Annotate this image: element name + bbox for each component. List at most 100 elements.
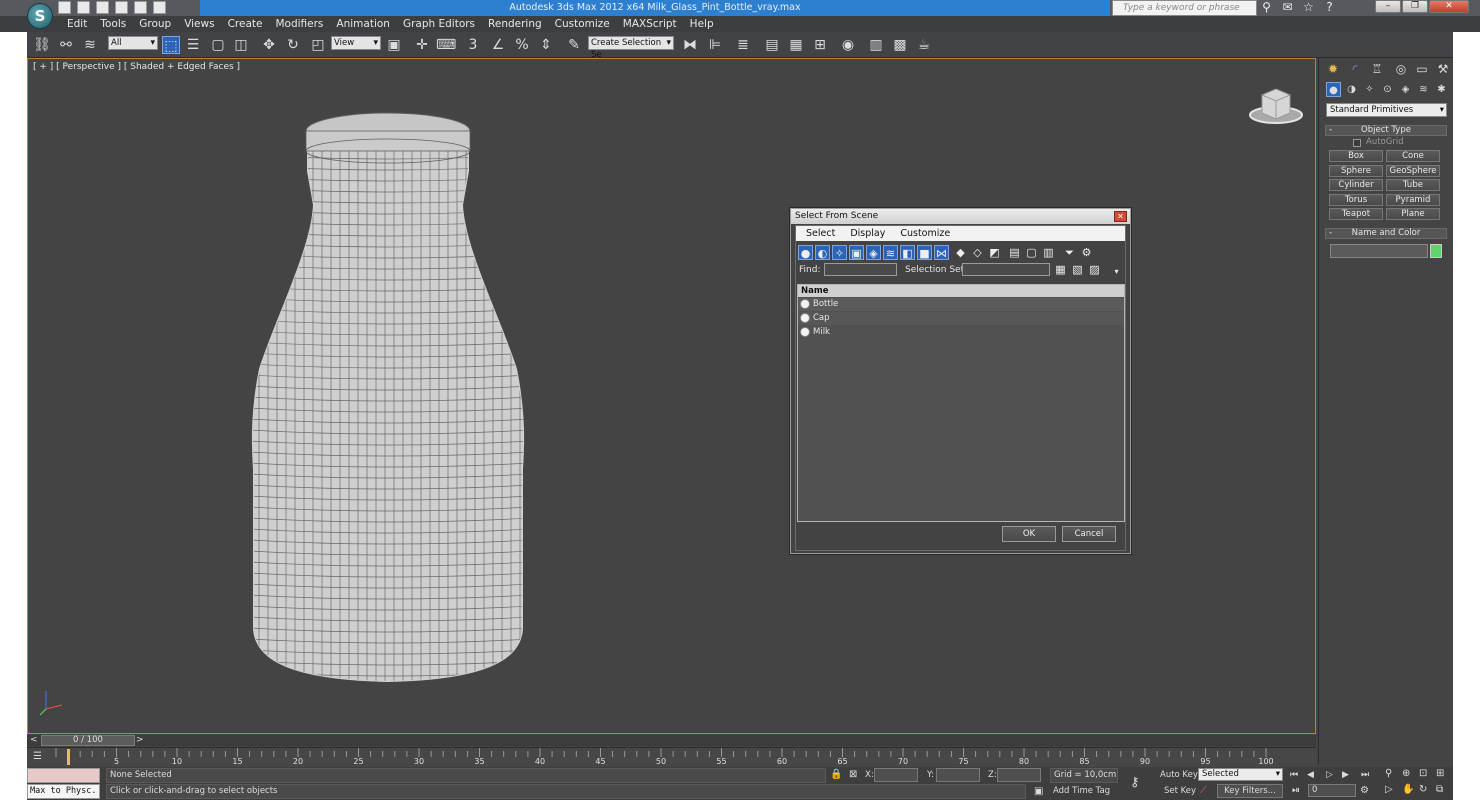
open-file-icon[interactable] xyxy=(77,1,90,14)
menu-help[interactable]: Help xyxy=(690,16,714,32)
menu-create[interactable]: Create xyxy=(228,16,263,32)
select-all-icon[interactable]: ▤ xyxy=(1007,245,1022,260)
minimize-button[interactable]: – xyxy=(1375,0,1401,13)
communication-center-icon[interactable]: ✉ xyxy=(1281,1,1294,14)
angle-snap-icon[interactable]: ∠ xyxy=(489,36,507,54)
display-space-warps-icon[interactable]: ≋ xyxy=(883,245,898,260)
helpers-category-icon[interactable]: ◈ xyxy=(1398,82,1413,97)
find-input[interactable] xyxy=(824,263,897,276)
cone-button[interactable]: Cone xyxy=(1386,150,1440,162)
ok-button[interactable]: OK xyxy=(1002,526,1056,542)
percent-snap-icon[interactable]: % xyxy=(513,36,531,54)
unlink-icon[interactable]: ⚯ xyxy=(57,36,75,54)
menu-rendering[interactable]: Rendering xyxy=(488,16,542,32)
time-configuration-icon[interactable]: ⚙ xyxy=(1360,785,1369,797)
select-none-icon[interactable]: ▢ xyxy=(1024,245,1039,260)
previous-frame-icon[interactable]: ◀︎ xyxy=(1307,769,1314,782)
shapes-category-icon[interactable]: ◑ xyxy=(1344,82,1359,97)
time-slider-prev-button[interactable]: < xyxy=(30,735,38,746)
restore-button[interactable]: ❐ xyxy=(1402,0,1428,13)
select-object-icon[interactable]: ⬚ xyxy=(162,36,180,54)
select-by-name-icon[interactable]: ☰ xyxy=(184,36,202,54)
create-tab-icon[interactable]: ✹ xyxy=(1325,61,1341,77)
save-file-icon[interactable] xyxy=(96,1,109,14)
list-item[interactable]: Milk xyxy=(798,326,1124,339)
scale-icon[interactable]: ◰ xyxy=(309,36,327,54)
menu-animation[interactable]: Animation xyxy=(336,16,390,32)
z-coordinate-input[interactable] xyxy=(997,768,1041,782)
key-selection-dropdown[interactable]: Selected xyxy=(1198,768,1283,781)
snaps-toggle-icon[interactable]: 3 xyxy=(464,36,482,54)
list-item[interactable]: Cap xyxy=(798,312,1124,325)
app-logo-icon[interactable]: S xyxy=(27,3,53,29)
teapot-button[interactable]: Teapot xyxy=(1329,208,1383,220)
display-all-icon[interactable]: ◆ xyxy=(953,245,968,260)
lights-category-icon[interactable]: ✧ xyxy=(1362,82,1377,97)
name-and-color-rollout[interactable]: - Name and Color xyxy=(1325,228,1447,239)
display-groups-icon[interactable]: ◧ xyxy=(900,245,915,260)
display-none-icon[interactable]: ◇ xyxy=(970,245,985,260)
viewport-label[interactable]: [ + ] [ Perspective ] [ Shaded + Edged F… xyxy=(33,62,240,72)
y-coordinate-input[interactable] xyxy=(936,768,980,782)
zoom-extents-all-icon[interactable]: ⊞ xyxy=(1436,768,1444,780)
spinner-snap-icon[interactable]: ⇕ xyxy=(537,36,555,54)
go-to-start-icon[interactable]: ⏮ xyxy=(1290,769,1298,782)
window-crossing-icon[interactable]: ◫ xyxy=(232,36,250,54)
display-bones-icon[interactable]: ⋈ xyxy=(934,245,949,260)
set-key-button[interactable]: Set Key xyxy=(1164,786,1196,796)
redo-icon[interactable] xyxy=(134,1,147,14)
auto-key-button[interactable]: Auto Key xyxy=(1160,770,1198,780)
sphere-button[interactable]: Sphere xyxy=(1329,165,1383,177)
selection-set-edit-icon[interactable]: ▨ xyxy=(1087,262,1102,277)
object-name-input[interactable] xyxy=(1330,244,1428,258)
selection-lock-icon[interactable]: 🔒 xyxy=(830,769,842,781)
trackbar[interactable]: ☰ 5 10 15 20 25 30 35 40 45 50 55 60 65 70 75 80 85 90 95 1… xyxy=(27,747,1316,767)
display-geometry-icon[interactable]: ● xyxy=(798,245,813,260)
object-color-swatch[interactable] xyxy=(1430,244,1442,258)
pyramid-button[interactable]: Pyramid xyxy=(1386,194,1440,206)
menu-maxscript[interactable]: MAXScript xyxy=(623,16,677,32)
mirror-icon[interactable]: ⧓ xyxy=(681,36,699,54)
dialog-menu-display[interactable]: Display xyxy=(850,226,885,241)
reference-coordinate-dropdown[interactable]: View xyxy=(331,36,381,50)
next-frame-icon[interactable]: ▶︎ xyxy=(1342,769,1349,782)
layer-manager-icon[interactable]: ≣ xyxy=(734,36,752,54)
help-question-icon[interactable]: ? xyxy=(1323,1,1336,14)
time-slider-handle[interactable]: 0 / 100 xyxy=(41,735,135,746)
display-lights-icon[interactable]: ✧ xyxy=(832,245,847,260)
motion-tab-icon[interactable]: ◎ xyxy=(1393,61,1409,77)
x-coordinate-input[interactable] xyxy=(874,768,918,782)
toolbar-overflow-icon[interactable]: ▾ xyxy=(1109,264,1124,279)
filter-icon[interactable]: ⏷ xyxy=(1062,245,1077,260)
time-slider[interactable]: < 0 / 100 > xyxy=(27,735,1316,746)
display-helpers-icon[interactable]: ◈ xyxy=(866,245,881,260)
pivot-center-icon[interactable]: ▣ xyxy=(385,36,403,54)
menu-modifiers[interactable]: Modifiers xyxy=(275,16,323,32)
menu-group[interactable]: Group xyxy=(139,16,171,32)
rectangular-selection-icon[interactable]: ▢ xyxy=(209,36,227,54)
key-filter-icon[interactable]: ⟋ xyxy=(1200,785,1207,797)
geosphere-button[interactable]: GeoSphere xyxy=(1386,165,1440,177)
link-icon[interactable]: ⛓ xyxy=(33,36,51,54)
set-keys-key-icon[interactable]: ⚷ xyxy=(1130,776,1152,790)
zoom-icon[interactable]: ⚲ xyxy=(1385,768,1392,780)
modify-tab-icon[interactable]: ◜ xyxy=(1347,61,1363,77)
bottle-wireframe[interactable] xyxy=(250,109,530,689)
display-invert-icon[interactable]: ◩ xyxy=(987,245,1002,260)
maximize-viewport-icon[interactable]: ⧉ xyxy=(1436,784,1443,796)
cameras-category-icon[interactable]: ⊙ xyxy=(1380,82,1395,97)
display-tab-icon[interactable]: ▭ xyxy=(1414,61,1430,77)
new-file-icon[interactable] xyxy=(58,1,71,14)
menu-tools[interactable]: Tools xyxy=(100,16,126,32)
current-frame-input[interactable]: 0 xyxy=(1308,784,1356,797)
maxscript-mini-listener[interactable]: Max to Physc. xyxy=(27,784,100,799)
field-of-view-icon[interactable]: ▷ xyxy=(1385,784,1393,796)
curve-editor-icon[interactable]: ▦ xyxy=(787,36,805,54)
torus-button[interactable]: Torus xyxy=(1329,194,1383,206)
dialog-menu-customize[interactable]: Customize xyxy=(900,226,950,241)
go-to-end-icon[interactable]: ⏭ xyxy=(1361,769,1369,782)
render-production-icon[interactable]: ☕ xyxy=(915,36,933,54)
key-mode-icon[interactable]: ⏯ xyxy=(1292,785,1300,797)
zoom-all-icon[interactable]: ⊕ xyxy=(1402,768,1410,780)
dialog-menu-select[interactable]: Select xyxy=(806,226,835,241)
